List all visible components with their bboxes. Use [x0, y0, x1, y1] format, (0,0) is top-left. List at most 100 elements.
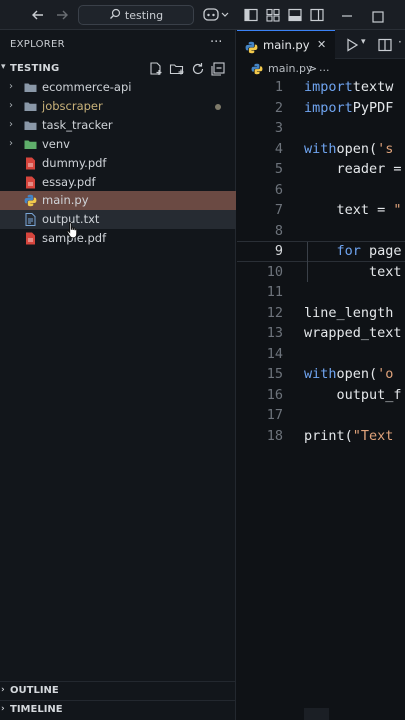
arrow-right-icon[interactable] — [54, 7, 70, 23]
more-actions-icon[interactable]: · — [398, 35, 402, 49]
horizontal-scrollbar[interactable] — [304, 708, 329, 720]
code-line[interactable]: 4 withopen('s — [237, 141, 405, 162]
tree-folder-task-tracker[interactable]: › task_tracker — [0, 116, 236, 135]
hand-cursor-icon — [66, 221, 80, 239]
outline-panel-header[interactable]: › OUTLINE — [0, 681, 236, 699]
folder-icon — [24, 119, 37, 132]
chevron-right-icon: › — [9, 81, 13, 92]
tree-item-label: jobscraper — [42, 99, 103, 113]
maximize-icon[interactable] — [372, 8, 384, 20]
code-text: importtextw — [304, 79, 393, 95]
arrow-left-icon[interactable] — [30, 7, 46, 23]
code-text: wrapped_text — [304, 325, 402, 341]
outline-label: OUTLINE — [10, 685, 59, 696]
split-editor-icon[interactable] — [378, 37, 392, 51]
code-line[interactable]: 10 text — [237, 264, 405, 285]
tree-folder-venv[interactable]: › venv — [0, 135, 236, 154]
line-number: 3 — [237, 120, 283, 136]
breadcrumb-separator: > — [308, 62, 317, 75]
more-actions-icon[interactable]: ··· — [210, 35, 222, 50]
code-text: withopen('s — [304, 141, 393, 157]
tree-item-label: essay.pdf — [42, 175, 96, 189]
code-line[interactable]: 5 reader = — [237, 161, 405, 182]
code-line[interactable]: 11 — [237, 284, 405, 305]
chevron-right-icon: › — [1, 685, 5, 695]
code-line[interactable]: 17 — [237, 407, 405, 428]
code-text: text — [304, 264, 402, 280]
run-icon[interactable] — [345, 37, 359, 51]
python-file-icon — [251, 63, 263, 75]
line-number: 12 — [237, 305, 283, 321]
line-number: 7 — [237, 202, 283, 218]
pdf-file-icon — [24, 232, 37, 245]
chevron-right-icon: › — [9, 119, 13, 130]
code-line[interactable]: 9 for page — [237, 243, 405, 264]
breadcrumb-file[interactable]: main.py — [268, 62, 312, 75]
code-line[interactable]: 13 wrapped_text — [237, 325, 405, 346]
code-line[interactable]: 16 output_f — [237, 387, 405, 408]
chevron-down-icon[interactable]: ▾ — [361, 37, 366, 47]
copilot-icon[interactable] — [203, 7, 231, 23]
tree-item-label: main.py — [42, 193, 89, 207]
line-number: 16 — [237, 387, 283, 403]
text-file-icon — [24, 213, 37, 226]
line-number: 9 — [237, 243, 283, 259]
code-text: line_length — [304, 305, 393, 321]
tree-file-main-py[interactable]: main.py — [0, 191, 236, 210]
breadcrumb-symbol[interactable]: ... — [319, 61, 330, 74]
line-number: 5 — [237, 161, 283, 177]
code-line[interactable]: 6 — [237, 182, 405, 203]
toggle-sidebar-icon[interactable] — [244, 7, 258, 21]
tree-file-dummy-pdf[interactable]: dummy.pdf — [0, 154, 236, 173]
code-text: text = " — [304, 202, 402, 218]
tree-file-output-txt[interactable]: output.txt — [0, 210, 236, 229]
line-number: 6 — [237, 182, 283, 198]
line-number: 14 — [237, 346, 283, 362]
chevron-right-icon: › — [9, 100, 13, 111]
toggle-secondary-sidebar-icon[interactable] — [310, 7, 324, 21]
tree-file-essay-pdf[interactable]: essay.pdf — [0, 173, 236, 192]
tree-folder-jobscraper[interactable]: › jobscraper — [0, 97, 236, 116]
line-number: 13 — [237, 325, 283, 341]
tab-main-py[interactable]: main.py ✕ — [237, 30, 335, 59]
tree-item-label: venv — [42, 137, 70, 151]
line-number: 17 — [237, 407, 283, 423]
code-line[interactable]: 12 line_length — [237, 305, 405, 326]
pdf-file-icon — [24, 176, 37, 189]
command-center-search[interactable]: testing — [78, 5, 194, 25]
code-line[interactable]: 3 — [237, 120, 405, 141]
tab-label: main.py — [263, 38, 310, 52]
code-line[interactable]: 1importtextw — [237, 79, 405, 100]
code-line[interactable]: 2importPyPDF — [237, 100, 405, 121]
code-text: output_f — [304, 387, 402, 403]
code-line[interactable]: 14 — [237, 346, 405, 367]
chevron-right-icon: › — [9, 138, 13, 149]
chevron-right-icon: › — [1, 704, 5, 714]
collapse-all-icon[interactable] — [210, 61, 226, 77]
pdf-file-icon — [24, 157, 37, 170]
code-line[interactable]: 15withopen('o — [237, 366, 405, 387]
tree-item-label: ecommerce-api — [42, 80, 131, 94]
new-file-icon[interactable] — [148, 61, 164, 77]
code-text: importPyPDF — [304, 100, 393, 116]
code-editor[interactable]: 1importtextw2importPyPDF3 4 withopen('s 5 r… — [237, 78, 405, 720]
refresh-icon[interactable] — [190, 61, 206, 77]
breadcrumb: main.py > ... — [237, 60, 405, 78]
tree-file-sample-pdf[interactable]: sample.pdf — [0, 229, 236, 248]
new-folder-icon[interactable] — [169, 61, 185, 77]
tree-folder-ecommerce-api[interactable]: › ecommerce-api — [0, 78, 236, 97]
customize-layout-icon[interactable] — [266, 7, 280, 21]
timeline-panel-header[interactable]: › TIMELINE — [0, 700, 236, 718]
line-number: 4 — [237, 141, 283, 157]
title-bar: testing — [0, 0, 405, 30]
code-text: reader = — [304, 161, 402, 177]
code-line[interactable]: 18print("Text — [237, 428, 405, 449]
code-line[interactable]: 7 text = " — [237, 202, 405, 223]
minimize-icon[interactable] — [340, 8, 354, 22]
close-icon[interactable]: ✕ — [317, 38, 326, 51]
search-icon — [109, 8, 121, 23]
code-line[interactable]: 8 — [237, 223, 405, 244]
line-number: 15 — [237, 366, 283, 382]
chevron-down-icon: ▾ — [1, 62, 6, 72]
toggle-panel-icon[interactable] — [288, 7, 302, 21]
